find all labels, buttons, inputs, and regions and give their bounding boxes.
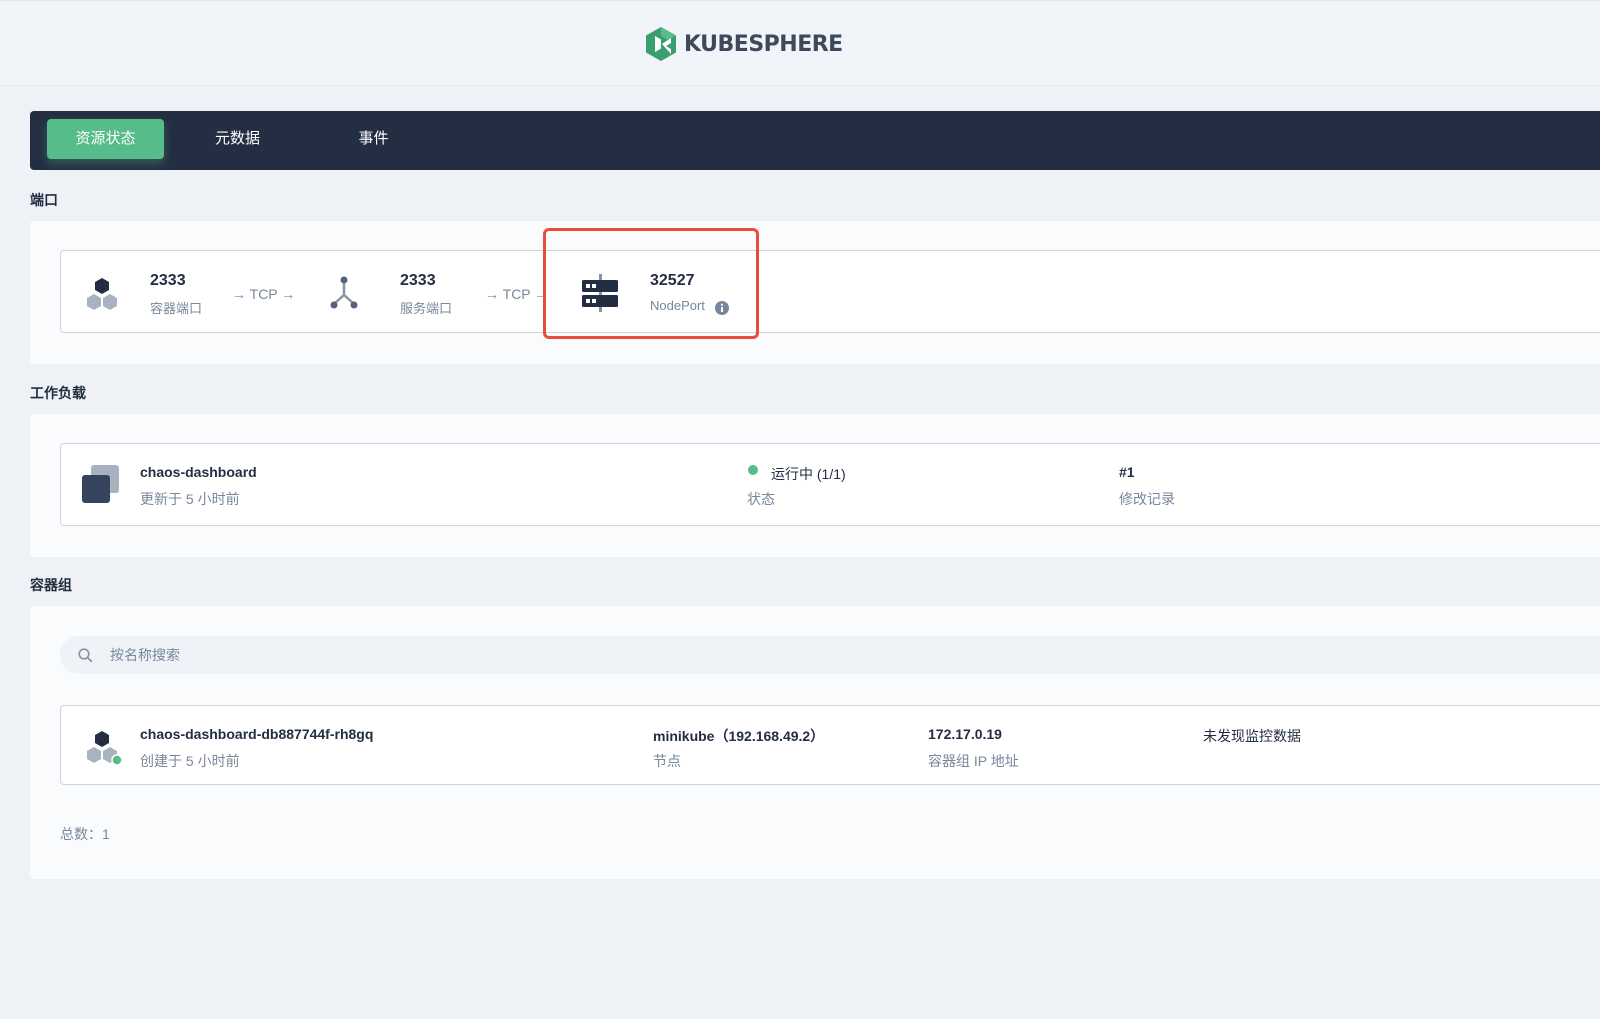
status-dot-icon <box>748 465 758 475</box>
workload-status-value: 运行中 (1/1) <box>771 466 846 482</box>
container-port-value: 2333 <box>150 272 186 289</box>
protocol-arrow-2: → TCP → <box>485 286 549 302</box>
pods-panel: chaos-dashboard-db887744f-rh8gq 创建于 5 小时… <box>30 606 1600 879</box>
pod-search-bar[interactable] <box>60 636 1600 674</box>
container-port-icon <box>87 278 117 310</box>
workload-revision-value: #1 <box>1119 464 1135 480</box>
workload-revision-label: 修改记录 <box>1119 491 1175 507</box>
pod-monitoring-status: 未发现监控数据 <box>1203 728 1301 744</box>
workload-card[interactable]: chaos-dashboard 更新于 5 小时前 运行中 (1/1) 状态 #… <box>60 443 1600 526</box>
top-bar: KUBESPHERE <box>0 0 1600 86</box>
kubesphere-logo[interactable]: KUBESPHERE <box>644 25 843 63</box>
search-icon <box>78 648 93 663</box>
service-port-icon <box>330 276 358 309</box>
pod-created: 创建于 5 小时前 <box>140 753 240 769</box>
pod-icon <box>87 731 123 766</box>
port-mapping-card: 2333 容器端口 → TCP → 2333 服务端口 → TCP → 3252… <box>60 250 1600 333</box>
workload-updated: 更新于 5 小时前 <box>140 491 240 507</box>
protocol-arrow-1: → TCP → <box>232 286 296 302</box>
pod-search-input[interactable] <box>110 636 1510 674</box>
pod-ip-value: 172.17.0.19 <box>928 726 1002 742</box>
logo-text: KUBESPHERE <box>684 31 843 57</box>
pod-node-label: 节点 <box>653 753 681 769</box>
tab-resource-status[interactable]: 资源状态 <box>47 119 164 159</box>
pods-section-title: 容器组 <box>30 577 72 593</box>
pod-node-value[interactable]: minikube（192.168.49.2） <box>653 726 824 746</box>
workload-status-label: 状态 <box>747 491 775 507</box>
ports-section-title: 端口 <box>30 192 58 208</box>
workload-section-title: 工作负载 <box>30 385 86 401</box>
deployment-icon <box>82 465 119 503</box>
service-port-value: 2333 <box>400 272 436 289</box>
pods-total-count: 总数：1 <box>60 826 110 842</box>
detail-tab-bar: 资源状态 元数据 事件 <box>30 111 1600 170</box>
pod-row[interactable]: chaos-dashboard-db887744f-rh8gq 创建于 5 小时… <box>60 705 1600 785</box>
tab-events[interactable]: 事件 <box>315 119 432 159</box>
workload-panel: chaos-dashboard 更新于 5 小时前 运行中 (1/1) 状态 #… <box>30 414 1600 557</box>
nodeport-highlight-box <box>543 228 759 339</box>
workload-name[interactable]: chaos-dashboard <box>140 464 257 480</box>
container-port-label: 容器端口 <box>150 301 203 316</box>
pod-ip-label: 容器组 IP 地址 <box>928 753 1019 769</box>
pod-name[interactable]: chaos-dashboard-db887744f-rh8gq <box>140 726 373 742</box>
kubesphere-logo-icon <box>646 27 676 61</box>
ports-panel: 2333 容器端口 → TCP → 2333 服务端口 → TCP → 3252… <box>30 221 1600 364</box>
tab-metadata[interactable]: 元数据 <box>179 119 296 159</box>
service-port-label: 服务端口 <box>400 301 453 316</box>
